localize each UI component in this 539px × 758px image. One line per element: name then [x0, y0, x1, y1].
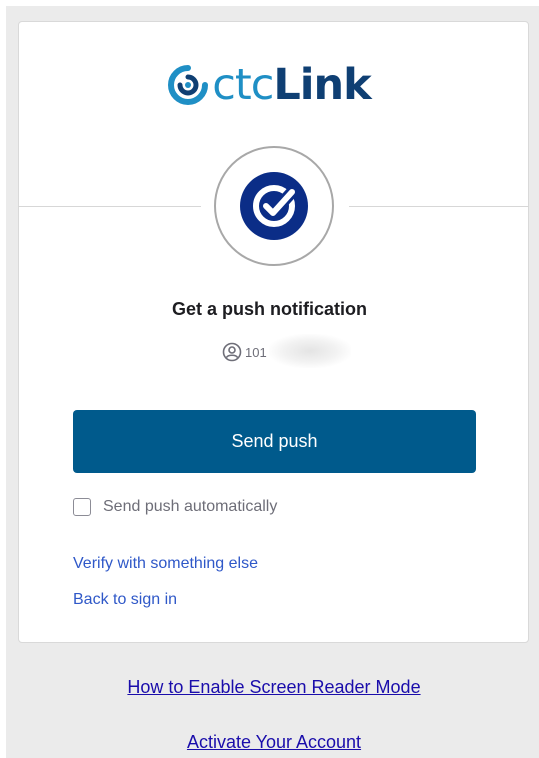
divider-right — [349, 206, 529, 207]
user-circle-icon — [222, 342, 242, 362]
auto-push-checkbox[interactable] — [73, 498, 91, 516]
send-push-button[interactable]: Send push — [73, 410, 476, 473]
okta-verify-check-icon — [240, 172, 308, 240]
signin-card — [18, 21, 529, 643]
verify-something-else-link[interactable]: Verify with something else — [73, 555, 258, 573]
wordmark-ctc: ctc — [212, 59, 274, 110]
identifier-text: 101 — [245, 344, 267, 360]
ctclink-logo: ctcLink — [0, 58, 539, 112]
ctclink-swirl-icon — [168, 65, 209, 105]
ctclink-wordmark: ctcLink — [212, 63, 372, 107]
user-identifier: 101 — [222, 341, 267, 363]
auto-push-label[interactable]: Send push automatically — [103, 498, 277, 516]
redaction-blur — [269, 334, 351, 368]
auto-push-row[interactable]: Send push automatically — [73, 496, 277, 518]
screen-reader-mode-link[interactable]: How to Enable Screen Reader Mode — [0, 677, 539, 698]
back-to-signin-link[interactable]: Back to sign in — [73, 591, 177, 609]
page-title: Get a push notification — [171, 299, 367, 319]
divider-left — [18, 206, 201, 207]
activate-account-link[interactable]: Activate Your Account — [0, 732, 539, 753]
wordmark-link: Link — [273, 59, 371, 110]
factor-icon-ring — [214, 146, 334, 266]
